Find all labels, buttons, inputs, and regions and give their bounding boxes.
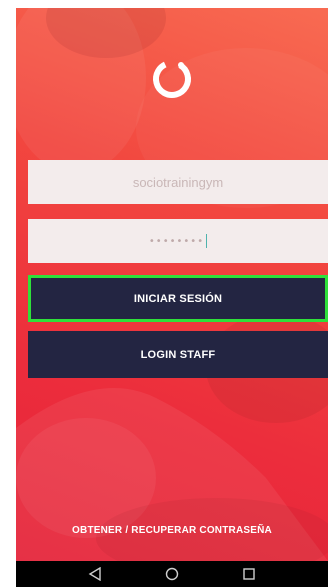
login-button[interactable]: INICIAR SESIÓN (28, 275, 328, 322)
ring-logo-icon (153, 60, 191, 98)
recents-square-icon[interactable] (239, 564, 259, 584)
phone-screen: •••••••• INICIAR SESIÓN LOGIN STAFF OBTE… (0, 0, 330, 587)
password-field[interactable]: •••••••• (28, 219, 328, 263)
password-mask: •••••••• (148, 235, 205, 247)
home-circle-icon[interactable] (162, 564, 182, 584)
login-background: •••••••• INICIAR SESIÓN LOGIN STAFF OBTE… (16, 8, 328, 561)
staff-login-button[interactable]: LOGIN STAFF (28, 331, 328, 378)
recover-password-link[interactable]: OBTENER / RECUPERAR CONTRASEÑA (16, 525, 328, 536)
username-field[interactable] (28, 160, 328, 204)
back-triangle-icon[interactable] (85, 564, 105, 584)
text-cursor (206, 234, 208, 248)
android-navigation-bar (16, 561, 328, 587)
